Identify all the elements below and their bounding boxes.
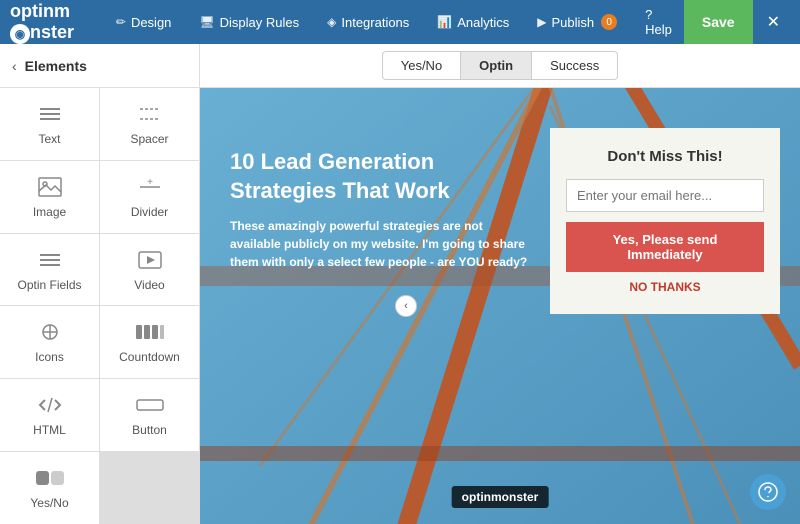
- element-icons[interactable]: Icons: [0, 306, 99, 378]
- nav-integrations[interactable]: ◈ Integrations: [315, 0, 421, 44]
- display-rules-icon: 🖥: [199, 15, 214, 29]
- tab-optin[interactable]: Optin: [461, 51, 532, 80]
- text-icon: [34, 102, 66, 126]
- spacer-icon: [134, 102, 166, 126]
- optin-title: Don't Miss This!: [566, 148, 764, 165]
- nav-design[interactable]: ✏ Design: [104, 0, 184, 44]
- svg-text:+: +: [147, 178, 153, 188]
- campaign-text-side: 10 Lead Generation Strategies That Work …: [230, 128, 530, 271]
- yesno-label: Yes/No: [30, 496, 68, 510]
- element-optin-fields[interactable]: Optin Fields: [0, 234, 99, 306]
- campaign-content: 10 Lead Generation Strategies That Work …: [230, 128, 780, 504]
- integrations-icon: ◈: [327, 15, 336, 29]
- icons-icon: [34, 320, 66, 344]
- divider-label: Divider: [131, 205, 168, 219]
- content-area: Yes/No Optin Success: [200, 44, 800, 524]
- element-countdown[interactable]: Countdown: [100, 306, 199, 378]
- countdown-icon: [134, 320, 166, 344]
- publish-badge: 0: [601, 14, 617, 30]
- canvas: ‹ 10 Lead Generation Strategies That Wor…: [200, 88, 800, 524]
- campaign-title: 10 Lead Generation Strategies That Work: [230, 148, 530, 205]
- no-thanks-button[interactable]: NO THANKS: [566, 280, 764, 294]
- element-image[interactable]: Image: [0, 161, 99, 233]
- html-label: HTML: [33, 423, 66, 437]
- nav-publish[interactable]: ▶ Publish 0: [525, 0, 629, 44]
- nav-integrations-label: Integrations: [341, 15, 409, 30]
- main-layout: ‹ Elements Text Spacer Image: [0, 44, 800, 524]
- element-yesno[interactable]: Yes/No: [0, 452, 99, 524]
- logo-monster: ◉: [10, 24, 30, 44]
- logo: optinm◉nster: [10, 1, 90, 44]
- nav-analytics-label: Analytics: [457, 15, 509, 30]
- campaign-description: These amazingly powerful strategies are …: [230, 217, 530, 271]
- tab-bar: Yes/No Optin Success: [200, 44, 800, 88]
- optin-submit-button[interactable]: Yes, Please send Immediately: [566, 222, 764, 272]
- optin-fields-label: Optin Fields: [17, 278, 81, 292]
- sidebar-title: Elements: [25, 58, 87, 74]
- button-icon: [134, 393, 166, 417]
- nav-display-rules-label: Display Rules: [220, 15, 299, 30]
- image-icon: [34, 175, 66, 199]
- tab-yesno[interactable]: Yes/No: [382, 51, 461, 80]
- elements-grid: Text Spacer Image + Divider: [0, 88, 199, 524]
- sidebar: ‹ Elements Text Spacer Image: [0, 44, 200, 524]
- element-html[interactable]: HTML: [0, 379, 99, 451]
- email-input[interactable]: [566, 179, 764, 212]
- nav-help-label: ? Help: [645, 7, 672, 37]
- design-icon: ✏: [116, 15, 126, 29]
- nav-display-rules[interactable]: 🖥 Display Rules: [187, 0, 311, 44]
- element-spacer[interactable]: Spacer: [100, 88, 199, 160]
- bottom-logo-text: optinmonster: [462, 490, 539, 504]
- element-text[interactable]: Text: [0, 88, 99, 160]
- nav-help[interactable]: ? Help: [637, 0, 680, 44]
- countdown-label: Countdown: [119, 350, 180, 364]
- nav-publish-label: Publish: [552, 15, 595, 30]
- spacer-label: Spacer: [130, 132, 168, 146]
- element-button[interactable]: Button: [100, 379, 199, 451]
- element-video[interactable]: Video: [100, 234, 199, 306]
- save-button[interactable]: Save: [684, 0, 753, 44]
- optin-box: Don't Miss This! Yes, Please send Immedi…: [550, 128, 780, 314]
- nav-analytics[interactable]: 📊 Analytics: [425, 0, 521, 44]
- button-label: Button: [132, 423, 167, 437]
- tab-success[interactable]: Success: [532, 51, 618, 80]
- help-circle-button[interactable]: [750, 474, 786, 510]
- icons-label: Icons: [35, 350, 64, 364]
- close-button[interactable]: ✕: [757, 0, 790, 44]
- top-navigation: optinm◉nster ✏ Design 🖥 Display Rules ◈ …: [0, 0, 800, 44]
- element-divider[interactable]: + Divider: [100, 161, 199, 233]
- video-label: Video: [134, 278, 164, 292]
- nav-design-label: Design: [131, 15, 171, 30]
- analytics-icon: 📊: [437, 15, 452, 29]
- sidebar-header: ‹ Elements: [0, 44, 199, 88]
- image-label: Image: [33, 205, 66, 219]
- publish-icon: ▶: [537, 15, 546, 29]
- logo-text: optinm◉nster: [10, 1, 90, 44]
- bottom-logo: optinmonster: [452, 486, 549, 508]
- video-icon: [134, 248, 166, 272]
- html-icon: [34, 393, 66, 417]
- divider-icon: +: [134, 175, 166, 199]
- yesno-icon: [34, 466, 66, 490]
- sidebar-collapse-button[interactable]: ‹: [395, 295, 417, 317]
- optin-fields-icon: [34, 248, 66, 272]
- sidebar-back-button[interactable]: ‹: [12, 58, 17, 74]
- text-label: Text: [38, 132, 60, 146]
